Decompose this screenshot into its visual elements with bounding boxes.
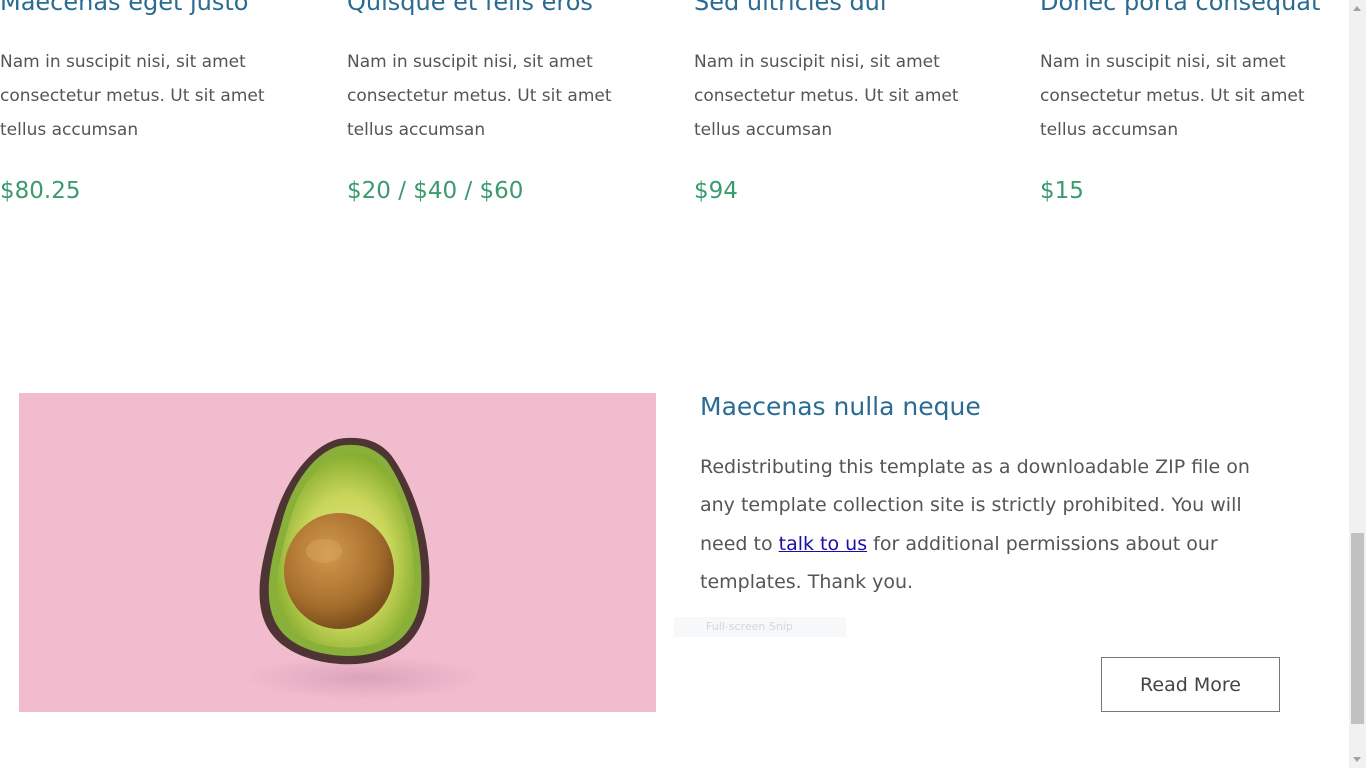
read-more-button[interactable]: Read More	[1101, 657, 1280, 712]
scrollbar-thumb[interactable]	[1351, 533, 1364, 724]
menu-item-title: Quisque et felis eros	[347, 0, 593, 16]
menu-item-title: Sed ultricies dui	[694, 0, 887, 16]
menu-item-price: $80.25	[0, 178, 81, 204]
menu-item-title: Maecenas eget justo	[0, 0, 249, 16]
avocado-image	[19, 393, 656, 712]
menu-item-description: Nam in suscipit nisi, sit amet consectet…	[0, 52, 265, 140]
menu-item-description: Nam in suscipit nisi, sit amet consectet…	[1040, 52, 1305, 140]
feature-title: Maecenas nulla neque	[700, 392, 981, 421]
feature-description: Redistributing this template as a downlo…	[700, 448, 1290, 601]
avocado-illustration	[244, 437, 484, 700]
menu-item-description: Nam in suscipit nisi, sit amet consectet…	[347, 52, 612, 140]
menu-item-title: Donec porta consequat	[1040, 0, 1321, 16]
talk-to-us-link[interactable]: talk to us	[779, 533, 867, 555]
scroll-up-arrow-icon[interactable]	[1353, 6, 1361, 11]
page: Maecenas eget justo Nam in suscipit nisi…	[0, 0, 1349, 768]
scroll-down-arrow-icon[interactable]	[1353, 757, 1361, 762]
full-screen-snip-tooltip: Full-screen Snip	[674, 617, 846, 637]
menu-item-price: $15	[1040, 178, 1084, 204]
vertical-scrollbar[interactable]	[1349, 0, 1366, 768]
menu-item-price: $94	[694, 178, 738, 204]
menu-item-price: $20 / $40 / $60	[347, 178, 524, 204]
menu-item-description: Nam in suscipit nisi, sit amet consectet…	[694, 52, 959, 140]
